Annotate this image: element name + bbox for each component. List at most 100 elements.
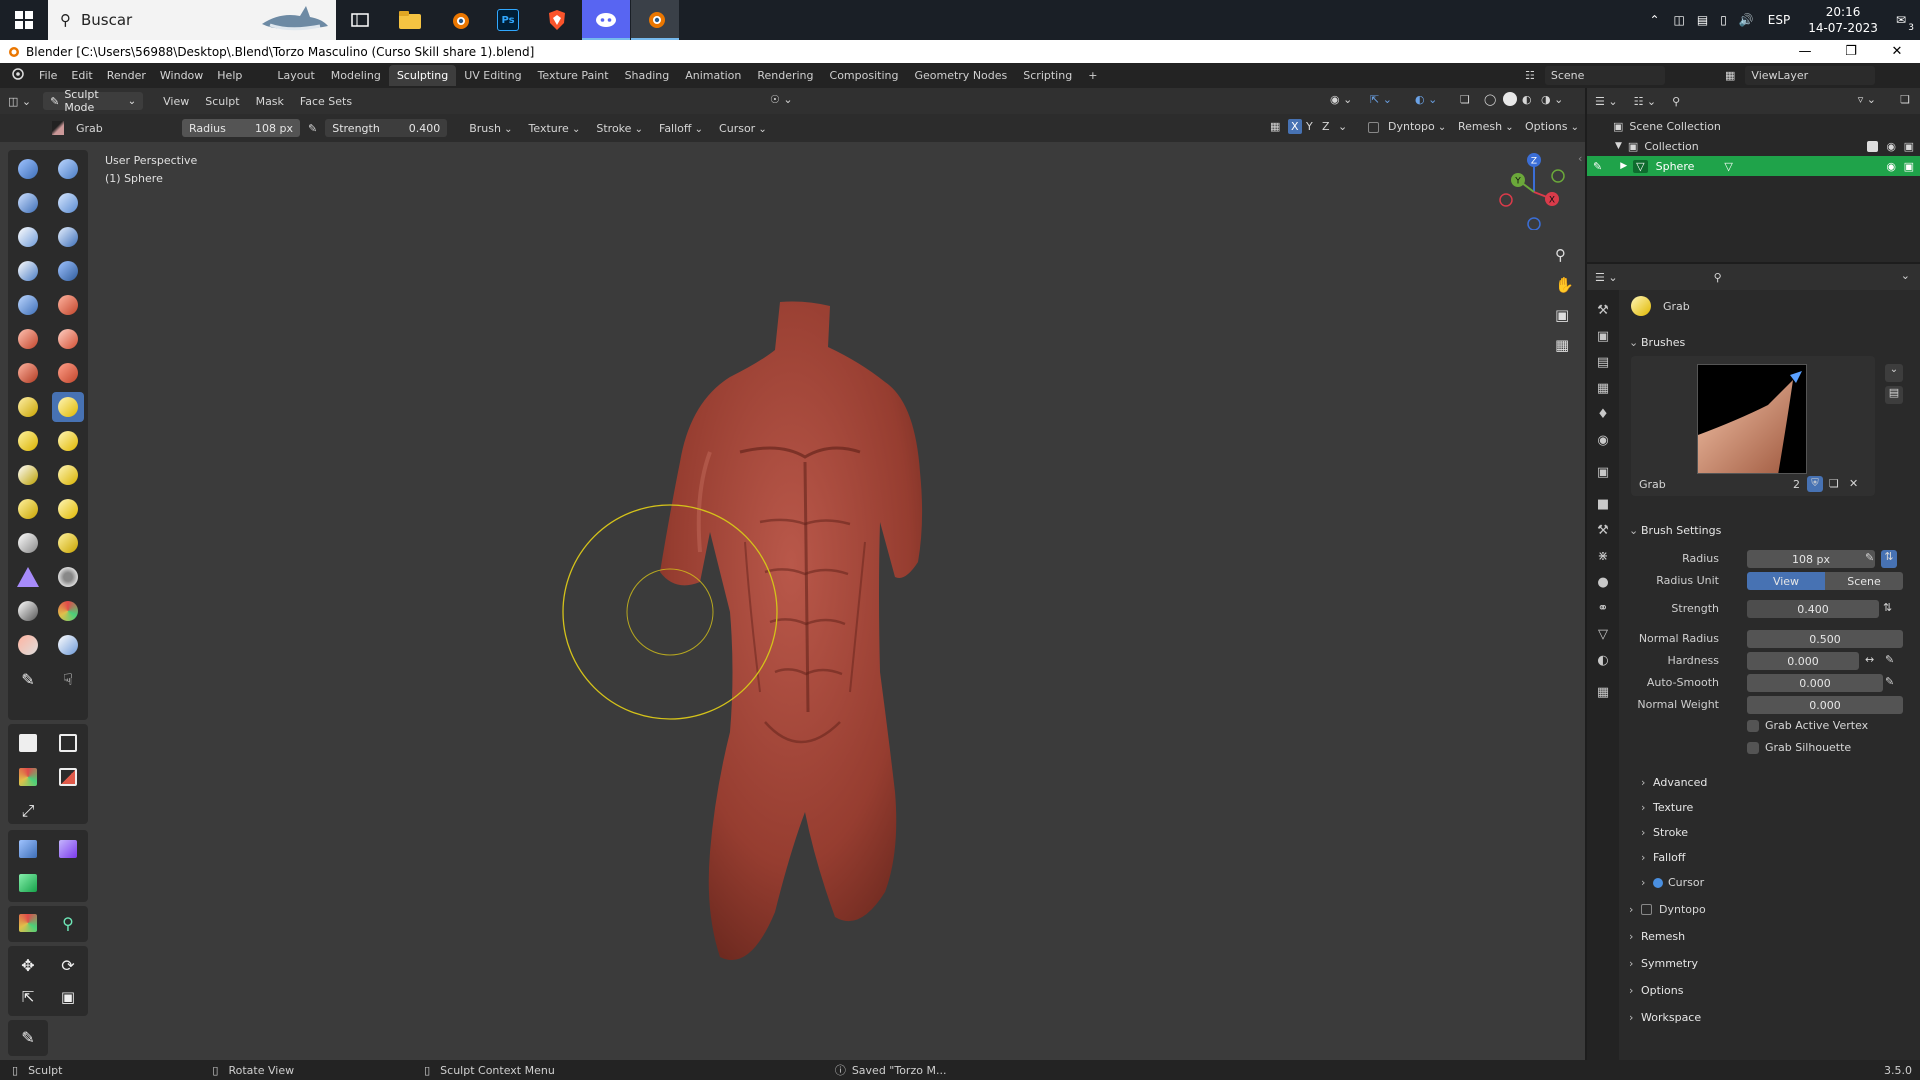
taskbar-search-box[interactable]: ⚲ Buscar bbox=[48, 0, 336, 40]
navigation-gizmo[interactable]: Z Y X bbox=[1492, 150, 1572, 230]
symmetry-section-header[interactable]: Symmetry bbox=[1629, 957, 1698, 970]
annotate-tool-icon[interactable]: ✎ bbox=[12, 1022, 44, 1052]
usb-icon[interactable]: ◫ bbox=[1674, 13, 1685, 27]
brush-image-icon[interactable]: ▤ bbox=[1885, 386, 1903, 404]
rendered-shading-icon[interactable]: ◑ ⌄ bbox=[1541, 93, 1563, 106]
scale-tool-icon[interactable]: ⇱ bbox=[12, 982, 44, 1012]
wireframe-shading-icon[interactable]: ◯ bbox=[1484, 93, 1496, 106]
workspace-section-header[interactable]: Workspace bbox=[1629, 1011, 1701, 1024]
visibility-icon[interactable]: ◉ ⌄ bbox=[1330, 93, 1352, 106]
workspace-tab-sculpting[interactable]: Sculpting bbox=[388, 65, 457, 86]
edit-face-set-icon[interactable] bbox=[12, 908, 44, 938]
pinch-brush-icon[interactable] bbox=[12, 392, 44, 422]
edit-brush-icon[interactable]: ✎ bbox=[1593, 160, 1602, 173]
grab-silhouette-checkbox[interactable] bbox=[1747, 742, 1759, 754]
workspace-tab-animation[interactable]: Animation bbox=[677, 65, 749, 86]
eye-icon[interactable]: ◉ bbox=[1886, 140, 1896, 153]
multiplane-scrape-brush-icon[interactable] bbox=[52, 358, 84, 388]
clock[interactable]: 20:16 14-07-2023 bbox=[1808, 4, 1878, 36]
box-mask-icon[interactable] bbox=[12, 728, 44, 758]
brush-list-icon[interactable]: ⌄ bbox=[1885, 364, 1903, 382]
editor-type-icon[interactable]: ◫ ⌄ bbox=[0, 95, 39, 108]
auto-smooth-pressure-icon[interactable]: ✎ bbox=[1885, 675, 1894, 688]
menu-file[interactable]: File bbox=[32, 69, 64, 82]
strength-pressure-toggle[interactable]: ⇅ bbox=[1883, 601, 1892, 614]
texture-subsection[interactable]: Texture bbox=[1641, 801, 1693, 814]
brush-settings-section-header[interactable]: Brush Settings bbox=[1629, 524, 1721, 537]
properties-search-icon[interactable]: ⚲ bbox=[1706, 271, 1730, 284]
exclude-checkbox[interactable] bbox=[1867, 140, 1878, 152]
draw-sharp-brush-icon[interactable] bbox=[52, 154, 84, 184]
rotate-tool-icon[interactable]: ⟳ bbox=[52, 950, 84, 980]
chevron-up-icon[interactable]: ⌃ bbox=[1649, 13, 1659, 27]
blob-brush-icon[interactable] bbox=[52, 256, 84, 286]
discord-icon[interactable] bbox=[582, 0, 630, 40]
hardness-invert-icon[interactable]: ↔ bbox=[1865, 653, 1874, 666]
clay-brush-icon[interactable] bbox=[12, 188, 44, 218]
auto-smooth-field[interactable]: 0.000 bbox=[1747, 674, 1883, 692]
dyntopo-section-header[interactable]: › Dyntopo bbox=[1629, 903, 1706, 916]
new-collection-icon[interactable]: ❏ bbox=[1900, 93, 1910, 106]
falloff-subsection[interactable]: Falloff bbox=[1641, 851, 1685, 864]
camera-icon[interactable]: ▣ bbox=[1904, 140, 1914, 153]
workspace-tab-rendering[interactable]: Rendering bbox=[749, 65, 821, 86]
outliner-collection[interactable]: ▼ ▣ Collection ◉ ▣ bbox=[1587, 136, 1920, 156]
duplicate-brush-icon[interactable]: ❏ bbox=[1829, 477, 1839, 490]
object-tab-icon[interactable]: ■ bbox=[1593, 494, 1613, 514]
radius-pressure-icon[interactable]: ✎ bbox=[1865, 551, 1874, 564]
smear-brush-icon[interactable]: ☟ bbox=[52, 664, 84, 694]
world-tab-icon[interactable]: ◉ bbox=[1593, 430, 1613, 450]
brush-name[interactable]: Grab bbox=[76, 122, 176, 135]
camera-view-icon[interactable]: ▣ bbox=[1555, 306, 1569, 324]
menu-face-sets[interactable]: Face Sets bbox=[292, 95, 360, 108]
brush-preview-image[interactable] bbox=[1697, 364, 1807, 474]
crease-brush-icon[interactable] bbox=[12, 290, 44, 320]
fake-user-shield-icon[interactable]: ⛨ bbox=[1807, 476, 1823, 492]
workspace-tab-modeling[interactable]: Modeling bbox=[323, 65, 389, 86]
hardness-field[interactable]: 0.000 bbox=[1747, 652, 1859, 670]
remesh-dropdown[interactable]: Remesh bbox=[1458, 120, 1514, 133]
physics-tab-icon[interactable]: ● bbox=[1593, 572, 1613, 592]
multires-displacement-eraser-icon[interactable] bbox=[12, 630, 44, 660]
outliner-search-icon[interactable]: ⚲ bbox=[1664, 95, 1688, 108]
transform-tool-icon[interactable]: ▣ bbox=[52, 982, 84, 1012]
grab-brush-icon[interactable] bbox=[52, 392, 84, 422]
constraints-tab-icon[interactable]: ⚭ bbox=[1593, 598, 1613, 618]
scene-tab-icon[interactable]: ♦ bbox=[1593, 404, 1613, 424]
menu-edit[interactable]: Edit bbox=[64, 69, 99, 82]
menu-render[interactable]: Render bbox=[100, 69, 153, 82]
output-tab-icon[interactable]: ▤ bbox=[1593, 352, 1613, 372]
hardness-pressure-icon[interactable]: ✎ bbox=[1885, 653, 1894, 666]
blender-menu-icon[interactable] bbox=[0, 68, 32, 83]
strength-prop-field[interactable]: 0.400 bbox=[1747, 600, 1879, 618]
blender-taskbar-icon[interactable] bbox=[435, 0, 483, 40]
sphere-camera-icon[interactable]: ▣ bbox=[1904, 160, 1914, 173]
workspace-tab-layout[interactable]: Layout bbox=[269, 65, 322, 86]
restore-button[interactable]: ❐ bbox=[1828, 40, 1874, 63]
outliner-scene-collection[interactable]: ▣ Scene Collection bbox=[1587, 116, 1920, 136]
falloff-dropdown[interactable]: Falloff bbox=[651, 122, 711, 135]
render-tab-icon[interactable]: ▣ bbox=[1593, 326, 1613, 346]
color-filter-icon[interactable] bbox=[12, 868, 44, 898]
cloth-filter-icon[interactable] bbox=[52, 834, 84, 864]
notifications-icon[interactable]: ✉ 3 bbox=[1896, 13, 1914, 33]
layer-brush-icon[interactable] bbox=[52, 222, 84, 252]
expand-arrow-icon[interactable]: ▼ bbox=[1615, 141, 1622, 151]
view-layer-tab-icon[interactable]: ▦ bbox=[1593, 378, 1613, 398]
radius-prop-field[interactable]: 108 px bbox=[1747, 550, 1875, 568]
elastic-deform-brush-icon[interactable] bbox=[12, 426, 44, 456]
collapse-arrow-icon[interactable]: ▶ bbox=[1620, 161, 1627, 171]
clay-thumb-brush-icon[interactable] bbox=[12, 222, 44, 252]
simplify-brush-icon[interactable] bbox=[52, 562, 84, 592]
solid-shading-icon[interactable] bbox=[1503, 92, 1517, 106]
grab-active-vertex-checkbox[interactable] bbox=[1747, 720, 1759, 732]
ortho-grid-icon[interactable]: ▦ bbox=[1555, 336, 1569, 354]
properties-options-icon[interactable]: ⌄ bbox=[1901, 269, 1910, 282]
brushes-section-header[interactable]: Brushes bbox=[1629, 336, 1685, 349]
boundary-brush-icon[interactable] bbox=[52, 528, 84, 558]
options-dropdown[interactable]: Options bbox=[1525, 120, 1579, 133]
clay-strips-brush-icon[interactable] bbox=[52, 188, 84, 218]
pressure-pen-icon[interactable]: ✎ bbox=[308, 122, 317, 135]
cursor-subsection[interactable]: › Cursor bbox=[1641, 876, 1704, 889]
close-window-button[interactable]: ✕ bbox=[1874, 40, 1920, 63]
